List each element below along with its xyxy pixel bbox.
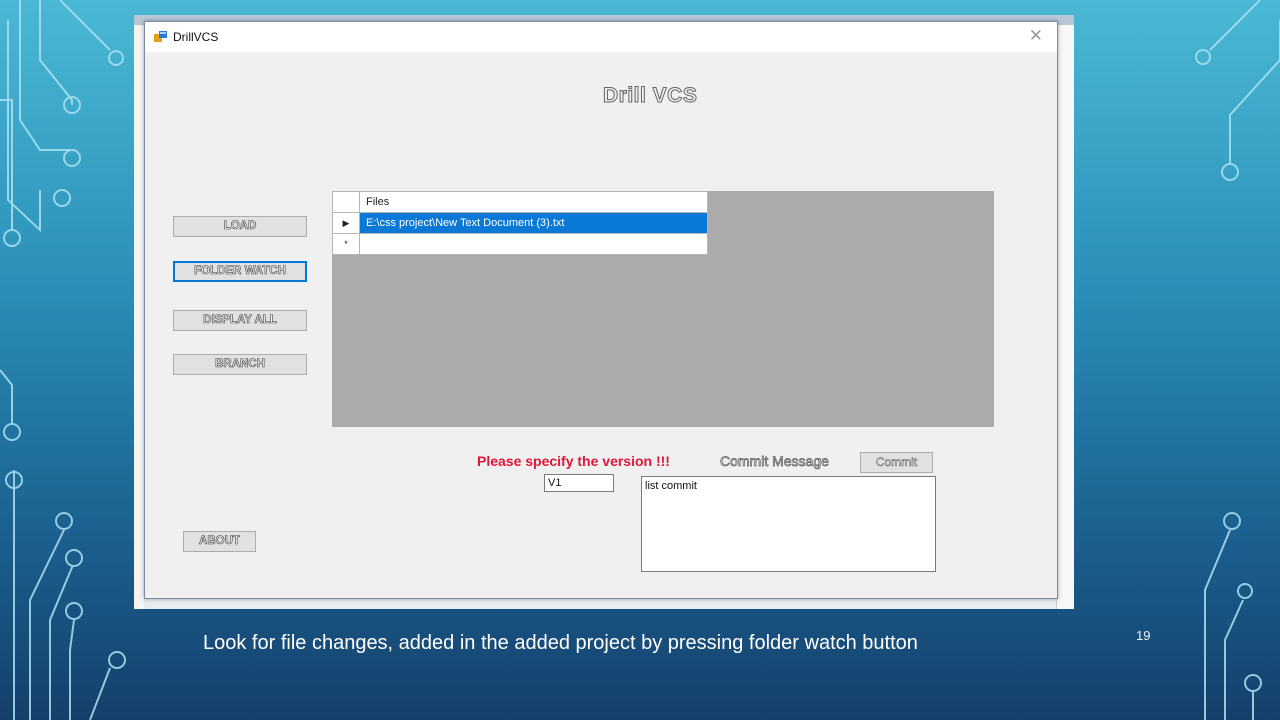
slide-caption: Look for file changes, added in the adde… — [203, 632, 918, 654]
display-all-button[interactable]: DISPLAY ALL — [173, 310, 307, 331]
app-window-icon — [154, 31, 167, 42]
commit-message-label: Commit Message — [720, 453, 830, 470]
close-icon[interactable]: ✕ — [1029, 26, 1043, 46]
files-grid: Files ▶ E:\css project\New Text Document… — [332, 191, 994, 427]
commit-button[interactable]: Commit — [860, 452, 933, 473]
table-row[interactable]: ▶ E:\css project\New Text Document (3).t… — [332, 212, 708, 234]
files-table: Files ▶ E:\css project\New Text Document… — [332, 191, 708, 255]
window-title: DrillVCS — [173, 30, 219, 44]
slide-number: 19 — [1136, 628, 1151, 643]
file-path-cell[interactable]: E:\css project\New Text Document (3).txt — [359, 212, 708, 234]
screenshot-frame: DrillVCS ✕ Drill VCS LOAD FOLDER WATCH D… — [134, 15, 1074, 609]
title-bar: DrillVCS ✕ — [145, 22, 1057, 52]
new-row-cell[interactable] — [359, 233, 708, 255]
new-row-indicator-icon: * — [332, 233, 360, 255]
version-warning: Please specify the version !!! — [477, 453, 670, 469]
version-input[interactable]: V1 — [544, 474, 614, 492]
column-header-files[interactable]: Files — [359, 191, 708, 213]
commit-message-input[interactable]: list commit — [641, 476, 936, 572]
drillvcs-window: DrillVCS ✕ Drill VCS LOAD FOLDER WATCH D… — [144, 21, 1058, 599]
background-window-left — [134, 25, 144, 609]
app-heading: Drill VCS — [602, 84, 698, 108]
table-row-new[interactable]: * — [332, 233, 708, 255]
load-button[interactable]: LOAD — [173, 216, 307, 237]
row-header-corner — [332, 191, 360, 213]
about-button[interactable]: ABOUT — [183, 531, 256, 552]
branch-button[interactable]: BRANCH — [173, 354, 307, 375]
row-indicator-icon: ▶ — [332, 212, 360, 234]
folder-watch-button[interactable]: FOLDER WATCH — [173, 261, 307, 282]
background-window-right — [1056, 25, 1074, 609]
table-header-row: Files — [332, 191, 708, 213]
